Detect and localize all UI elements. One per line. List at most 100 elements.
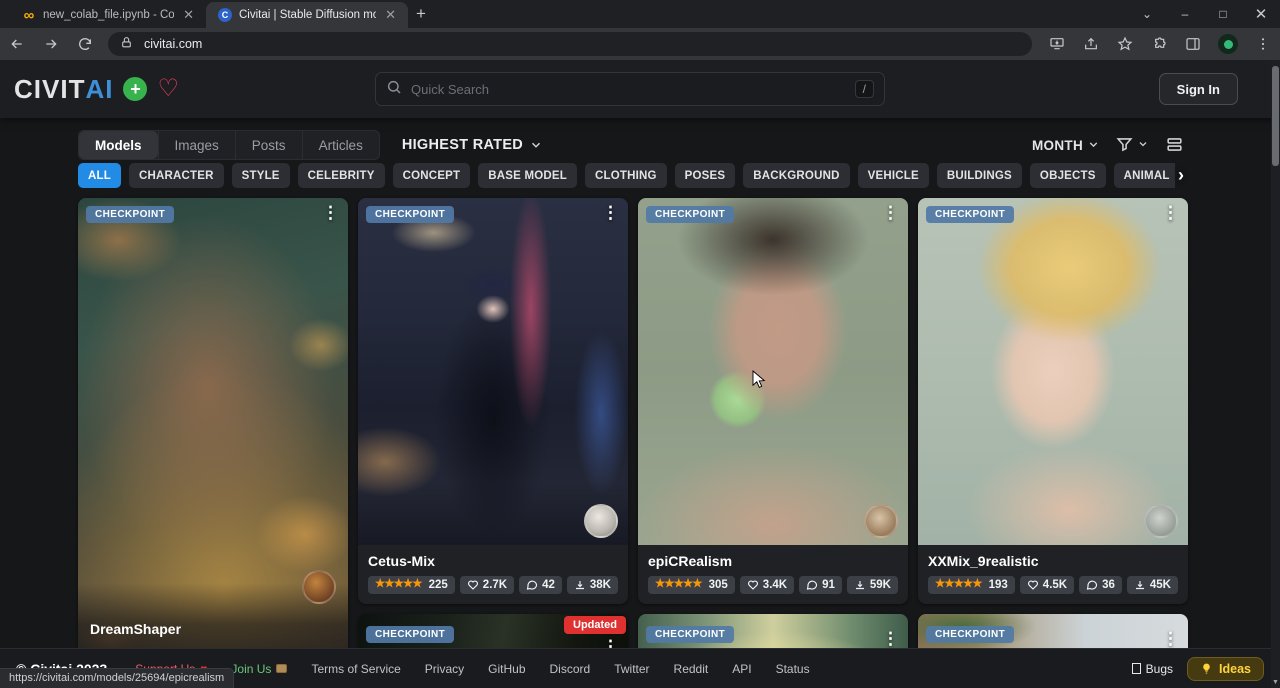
reload-icon[interactable] <box>77 36 93 52</box>
creator-avatar[interactable] <box>864 504 898 538</box>
sort-label: HIGHEST RATED <box>402 137 523 153</box>
sign-in-button[interactable]: Sign In <box>1159 73 1238 105</box>
likes-count: 3.4K <box>763 579 787 591</box>
link-status-bubble: https://civitai.com/models/25694/epicrea… <box>0 668 234 688</box>
layout-rows-icon[interactable] <box>1165 135 1185 155</box>
chip-animal[interactable]: ANIMAL <box>1114 163 1175 188</box>
creator-avatar[interactable] <box>1144 504 1178 538</box>
creator-avatar[interactable] <box>302 570 336 604</box>
model-cards-grid: CHECKPOINT ⋮ DreamShaper CHECKPOINT ⋮ Ce <box>78 198 1188 688</box>
tab-posts[interactable]: Posts <box>235 131 302 159</box>
new-tab-button[interactable]: + <box>416 4 426 24</box>
model-card-dreamshaper[interactable]: CHECKPOINT ⋮ DreamShaper <box>78 198 348 688</box>
share-icon[interactable] <box>1083 36 1099 52</box>
browser-tab-civitai[interactable]: C Civitai | Stable Diffusion models, ✕ <box>206 2 408 28</box>
footer-link-terms[interactable]: Terms of Service <box>311 662 400 676</box>
chip-objects[interactable]: OBJECTS <box>1030 163 1106 188</box>
logo-civit-text: CIVIT <box>14 74 85 105</box>
model-image <box>918 198 1188 545</box>
ideas-button[interactable]: Ideas <box>1187 657 1264 681</box>
star-icons: ★★★★★ <box>375 579 422 591</box>
rating-count: 193 <box>989 579 1008 591</box>
tab-close-icon[interactable]: ✕ <box>383 7 398 23</box>
bugs-button[interactable]: Bugs <box>1132 662 1173 676</box>
chip-concept[interactable]: CONCEPT <box>393 163 471 188</box>
model-image <box>358 198 628 545</box>
model-card-cetus-mix[interactable]: CHECKPOINT ⋮ Cetus-Mix ★★★★★225 2.7K 42 … <box>358 198 628 604</box>
card-menu-kebab-icon[interactable]: ⋮ <box>322 204 339 223</box>
footer-link-status[interactable]: Status <box>776 662 810 676</box>
footer-link-twitter[interactable]: Twitter <box>614 662 649 676</box>
tab-title: Civitai | Stable Diffusion models, <box>239 9 376 21</box>
mouse-cursor <box>752 370 766 395</box>
footer-link-discord[interactable]: Discord <box>550 662 591 676</box>
model-type-badge: CHECKPOINT <box>366 206 454 223</box>
lock-icon <box>120 36 136 52</box>
profile-avatar[interactable] <box>1218 34 1238 54</box>
chip-background[interactable]: BACKGROUND <box>743 163 849 188</box>
footer-link-privacy[interactable]: Privacy <box>425 662 464 676</box>
minimize-button[interactable]: – <box>1166 7 1204 21</box>
likes-pill: 4.5K <box>1020 576 1074 594</box>
model-type-badge: CHECKPOINT <box>926 626 1014 643</box>
forward-icon[interactable] <box>43 36 59 52</box>
card-menu-kebab-icon[interactable]: ⋮ <box>882 630 899 649</box>
chip-all[interactable]: ALL <box>78 163 121 188</box>
tab-articles[interactable]: Articles <box>302 131 379 159</box>
bookmark-star-icon[interactable] <box>1117 36 1133 52</box>
model-card-epicrealism[interactable]: CHECKPOINT ⋮ epiCRealism ★★★★★305 3.4K 9… <box>638 198 908 604</box>
filter-dropdown[interactable] <box>1115 135 1151 155</box>
creator-avatar[interactable] <box>584 504 618 538</box>
browser-tab-colab[interactable]: ∞ new_colab_file.ipynb - Colaborat ✕ <box>10 2 206 28</box>
comments-pill: 42 <box>519 576 562 594</box>
footer-link-join-us[interactable]: Join Us <box>231 662 287 676</box>
card-menu-kebab-icon[interactable]: ⋮ <box>882 204 899 223</box>
chevron-down-icon <box>529 138 543 152</box>
close-button[interactable]: ✕ <box>1242 5 1280 23</box>
chip-celebrity[interactable]: CELEBRITY <box>298 163 385 188</box>
back-icon[interactable] <box>9 36 25 52</box>
favorites-heart-icon[interactable]: ♡ <box>157 77 179 101</box>
chip-clothing[interactable]: CLOTHING <box>585 163 667 188</box>
side-panel-icon[interactable] <box>1185 36 1201 52</box>
chip-base-model[interactable]: BASE MODEL <box>478 163 577 188</box>
period-dropdown[interactable]: MONTH <box>1032 138 1101 153</box>
search-input[interactable]: Quick Search / <box>375 72 885 106</box>
extensions-puzzle-icon[interactable] <box>1151 36 1167 52</box>
scrollbar-down-arrow-icon[interactable]: ▼ <box>1271 679 1280 686</box>
install-icon[interactable] <box>1049 36 1065 52</box>
footer-link-reddit[interactable]: Reddit <box>674 662 709 676</box>
chip-character[interactable]: CHARACTER <box>129 163 224 188</box>
model-type-badge: CHECKPOINT <box>366 626 454 643</box>
chip-vehicle[interactable]: VEHICLE <box>858 163 929 188</box>
ideas-label: Ideas <box>1219 662 1251 676</box>
rating-pill: ★★★★★305 <box>648 576 735 594</box>
card-body: Cetus-Mix ★★★★★225 2.7K 42 38K <box>358 545 628 604</box>
tab-images[interactable]: Images <box>158 131 235 159</box>
tab-search-chevron-icon[interactable]: ⌄ <box>1128 7 1166 21</box>
upload-plus-button[interactable]: + <box>123 77 147 101</box>
card-menu-kebab-icon[interactable]: ⋮ <box>602 204 619 223</box>
model-card-xxmix9realistic[interactable]: CHECKPOINT ⋮ XXMix_9realistic ★★★★★193 4… <box>918 198 1188 604</box>
tab-strip: ∞ new_colab_file.ipynb - Colaborat ✕ C C… <box>0 0 1280 28</box>
chip-style[interactable]: STYLE <box>232 163 290 188</box>
sort-dropdown[interactable]: HIGHEST RATED <box>402 137 543 153</box>
tab-models[interactable]: Models <box>79 131 158 159</box>
model-image <box>638 198 908 545</box>
scrollbar-thumb[interactable] <box>1272 66 1279 166</box>
chips-scroll-right-icon[interactable]: › <box>1178 163 1184 188</box>
chip-poses[interactable]: POSES <box>675 163 736 188</box>
model-title: epiCRealism <box>648 553 898 569</box>
model-type-badge: CHECKPOINT <box>646 206 734 223</box>
chip-buildings[interactable]: BUILDINGS <box>937 163 1022 188</box>
civitai-logo[interactable]: CIVITAI <box>14 74 113 105</box>
page-scrollbar[interactable]: ▼ <box>1271 60 1280 688</box>
card-menu-kebab-icon[interactable]: ⋮ <box>1162 204 1179 223</box>
address-bar[interactable]: civitai.com <box>108 32 1032 56</box>
tab-close-icon[interactable]: ✕ <box>181 7 196 23</box>
maximize-button[interactable]: □ <box>1204 7 1242 21</box>
card-menu-kebab-icon[interactable]: ⋮ <box>1162 630 1179 649</box>
menu-kebab-icon[interactable] <box>1255 36 1271 52</box>
footer-link-github[interactable]: GitHub <box>488 662 525 676</box>
footer-link-api[interactable]: API <box>732 662 751 676</box>
